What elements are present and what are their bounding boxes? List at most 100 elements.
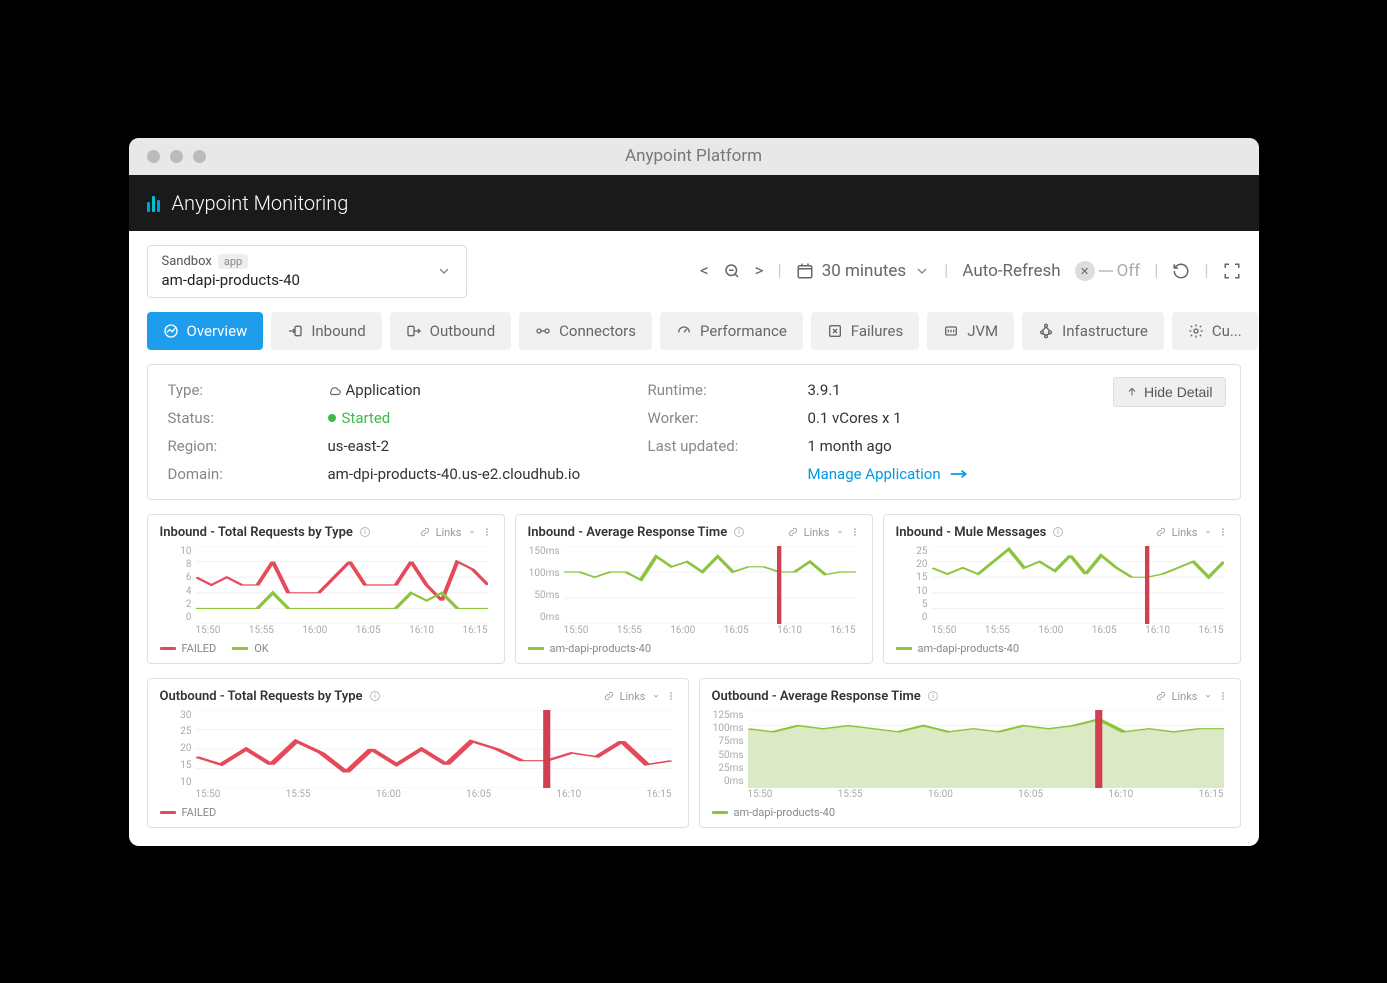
chart-inbound-response: Inbound - Average Response Time Links 15…: [515, 514, 873, 664]
app-badge: app: [218, 254, 248, 269]
cloud-icon: [328, 384, 342, 398]
x-axis: 15:5015:5516:0016:0516:1016:15: [196, 789, 672, 800]
info-icon: [733, 526, 745, 538]
tab-label: Outbound: [430, 322, 496, 340]
refresh-icon[interactable]: [1172, 262, 1190, 280]
tab-outbound[interactable]: Outbound: [390, 312, 512, 350]
legend-item: OK: [232, 642, 268, 655]
connectors-icon: [535, 323, 551, 339]
status-value: Started: [328, 409, 648, 427]
fullscreen-icon[interactable]: [1223, 262, 1241, 280]
tab-performance[interactable]: Performance: [660, 312, 803, 350]
link-icon: [420, 527, 430, 537]
chart-legend: am-dapi-products-40: [896, 642, 1228, 655]
gear-icon: [1188, 323, 1204, 339]
chart-legend: am-dapi-products-40: [528, 642, 860, 655]
app-window: Anypoint Platform Anypoint Monitoring Sa…: [129, 138, 1259, 846]
traffic-lights: [147, 150, 206, 163]
x-axis: 15:5015:5516:0016:0516:1016:15: [196, 625, 488, 636]
chart-plot[interactable]: [932, 546, 1224, 624]
chart-actions[interactable]: Links: [788, 526, 860, 539]
more-icon[interactable]: [850, 526, 860, 538]
legend-item: am-dapi-products-40: [712, 806, 836, 819]
x-icon: ✕: [1075, 261, 1095, 281]
legend-item: am-dapi-products-40: [528, 642, 652, 655]
chart-title: Outbound - Average Response Time: [712, 689, 939, 704]
tab-inbound[interactable]: Inbound: [271, 312, 381, 350]
chart-actions[interactable]: Links: [420, 526, 492, 539]
monitoring-icon: [147, 194, 160, 212]
zoom-next[interactable]: >: [755, 261, 764, 281]
legend-item: am-dapi-products-40: [896, 642, 1020, 655]
type-value: Application: [328, 381, 648, 399]
infrastructure-icon: [1038, 323, 1054, 339]
chevron-down-icon: [1204, 692, 1212, 700]
auto-refresh-state: Off: [1117, 261, 1141, 281]
tab-label: Failures: [851, 322, 903, 340]
chevron-down-icon: [652, 692, 660, 700]
chart-plot[interactable]: [748, 710, 1224, 788]
more-icon[interactable]: [482, 526, 492, 538]
zoom-prev[interactable]: <: [700, 261, 709, 281]
auto-refresh-toggle[interactable]: ✕ Off: [1075, 261, 1141, 281]
chart-plot[interactable]: [196, 546, 488, 624]
tab-custom[interactable]: Cu...: [1172, 312, 1258, 350]
manage-application-link[interactable]: Manage Application: [808, 465, 1220, 483]
chart-plot[interactable]: [564, 546, 856, 624]
tab-jvm[interactable]: JVM: [927, 312, 1014, 350]
link-icon: [604, 691, 614, 701]
chart-outbound-requests: Outbound - Total Requests by Type Links …: [147, 678, 689, 828]
worker-value: 0.1 vCores x 1: [808, 409, 1220, 427]
chart-actions[interactable]: Links: [1156, 690, 1228, 703]
close-button[interactable]: [147, 150, 160, 163]
performance-icon: [676, 323, 692, 339]
chart-title: Inbound - Total Requests by Type: [160, 525, 371, 540]
chart-legend: FAILEDOK: [160, 642, 492, 655]
domain-value: am-dpi-products-40.us-e2.cloudhub.io: [328, 465, 648, 483]
region-value: us-east-2: [328, 437, 648, 455]
zoom-icon[interactable]: [723, 262, 741, 280]
region-label: Region:: [168, 437, 328, 455]
chart-inbound-mule: Inbound - Mule Messages Links 2520151050…: [883, 514, 1241, 664]
link-icon: [1156, 691, 1166, 701]
chart-outbound-response: Outbound - Average Response Time Links 1…: [699, 678, 1241, 828]
x-axis: 15:5015:5516:0016:0516:1016:15: [748, 789, 1224, 800]
chart-title: Inbound - Average Response Time: [528, 525, 746, 540]
hide-detail-button[interactable]: Hide Detail: [1113, 377, 1225, 407]
tab-overview[interactable]: Overview: [147, 312, 264, 350]
chart-title: Inbound - Mule Messages: [896, 525, 1065, 540]
link-icon: [788, 527, 798, 537]
status-label: Status:: [168, 409, 328, 427]
detail-card: Hide Detail Type: Application Runtime: 3…: [147, 364, 1241, 500]
chart-inbound-requests: Inbound - Total Requests by Type Links 1…: [147, 514, 505, 664]
jvm-icon: [943, 323, 959, 339]
minimize-button[interactable]: [170, 150, 183, 163]
tab-failures[interactable]: Failures: [811, 312, 919, 350]
tab-label: Cu...: [1212, 322, 1242, 340]
app-selector[interactable]: Sandbox app am-dapi-products-40: [147, 245, 467, 298]
type-label: Type:: [168, 381, 328, 399]
hide-detail-label: Hide Detail: [1144, 384, 1212, 400]
chevron-down-icon: [914, 263, 930, 279]
tab-label: Inbound: [311, 322, 365, 340]
maximize-button[interactable]: [193, 150, 206, 163]
chart-actions[interactable]: Links: [604, 690, 676, 703]
more-icon[interactable]: [1218, 690, 1228, 702]
y-axis: 1086420: [160, 546, 192, 624]
time-range-selector[interactable]: 30 minutes: [796, 261, 930, 281]
chart-title: Outbound - Total Requests by Type: [160, 689, 381, 704]
tab-label: Infastructure: [1062, 322, 1148, 340]
more-icon[interactable]: [1218, 526, 1228, 538]
tab-infrastructure[interactable]: Infastructure: [1022, 312, 1164, 350]
app-name: am-dapi-products-40: [162, 271, 300, 289]
chevron-down-icon: [436, 263, 452, 279]
chart-plot[interactable]: [196, 710, 672, 788]
tab-connectors[interactable]: Connectors: [519, 312, 652, 350]
outbound-icon: [406, 323, 422, 339]
chart-actions[interactable]: Links: [1156, 526, 1228, 539]
y-axis: 2520151050: [896, 546, 928, 624]
tab-label: Overview: [187, 322, 248, 340]
more-icon[interactable]: [666, 690, 676, 702]
y-axis: 150ms100ms50ms0ms: [528, 546, 560, 624]
link-icon: [1156, 527, 1166, 537]
